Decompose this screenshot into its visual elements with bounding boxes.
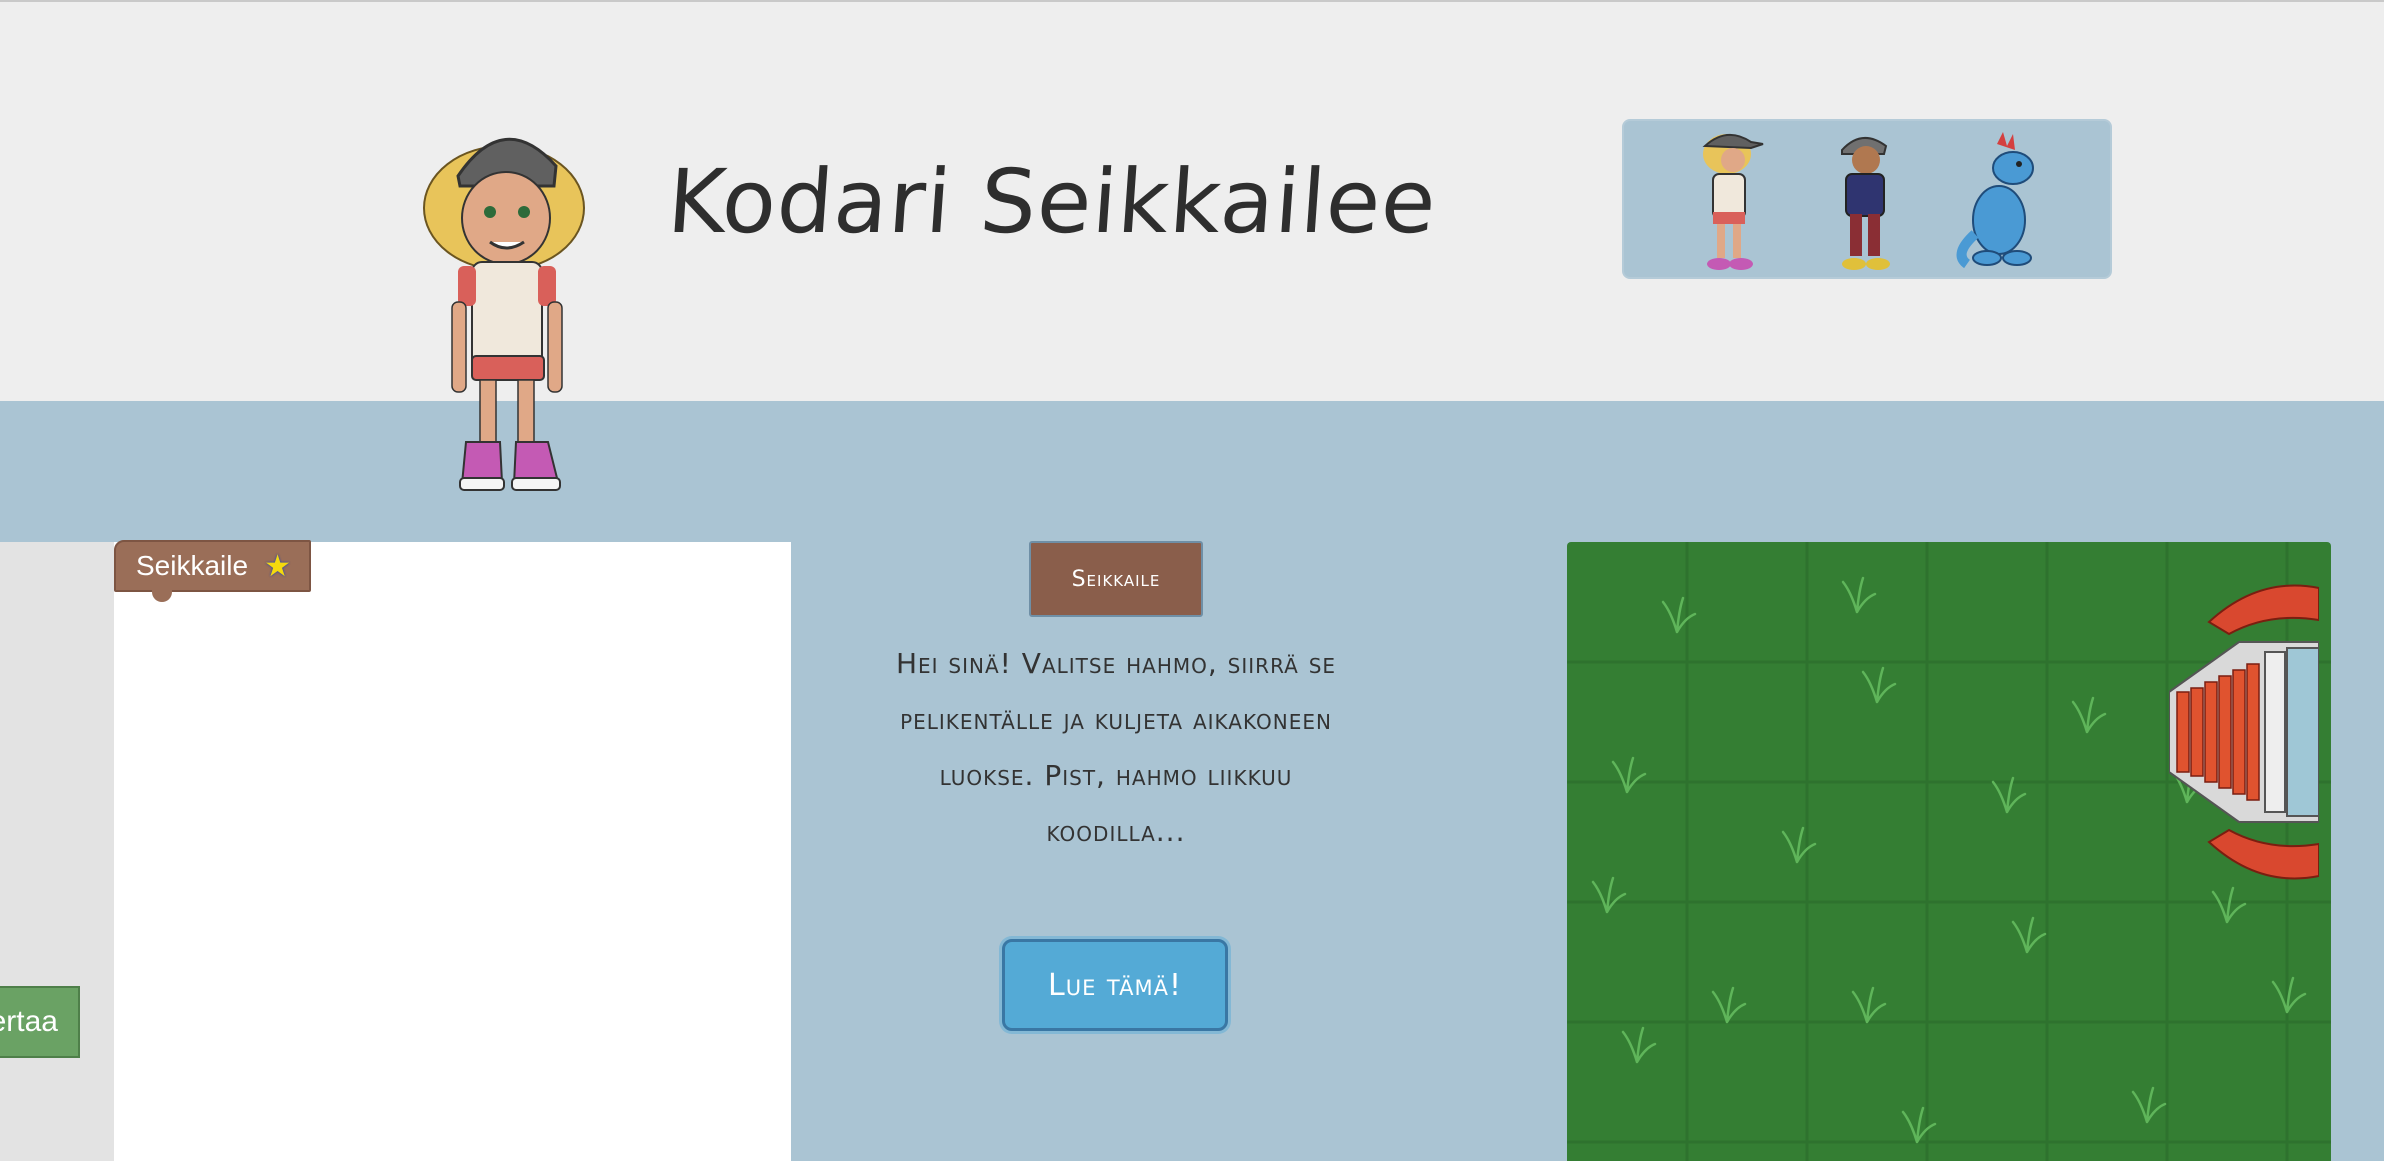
- read-me-button[interactable]: Lue tämä!: [1002, 939, 1228, 1031]
- time-machine: [2169, 582, 2319, 882]
- start-block[interactable]: Seikkaile ★: [114, 540, 311, 592]
- start-block-label: Seikkaile: [136, 550, 249, 581]
- character-dragon[interactable]: [1947, 124, 2057, 274]
- intro-text: Hei sinä! Valitse hahmo, siirrä se pelik…: [895, 647, 1337, 848]
- page-title: Kodari Seikkailee: [664, 150, 1441, 253]
- star-icon: ★: [264, 549, 291, 583]
- character-selector: [1622, 119, 2112, 279]
- code-workspace[interactable]: [114, 542, 791, 1161]
- mascot-girl-image: [420, 112, 600, 502]
- header: Kodari Seikkailee: [0, 0, 2384, 401]
- character-boy[interactable]: [1812, 124, 1922, 274]
- game-board[interactable]: [1567, 542, 2331, 1161]
- block-toolbox[interactable]: [0, 542, 114, 1161]
- character-girl[interactable]: [1677, 124, 1787, 274]
- compare-button[interactable]: ertaa: [0, 986, 80, 1058]
- run-button[interactable]: Seikkaile: [1029, 541, 1203, 617]
